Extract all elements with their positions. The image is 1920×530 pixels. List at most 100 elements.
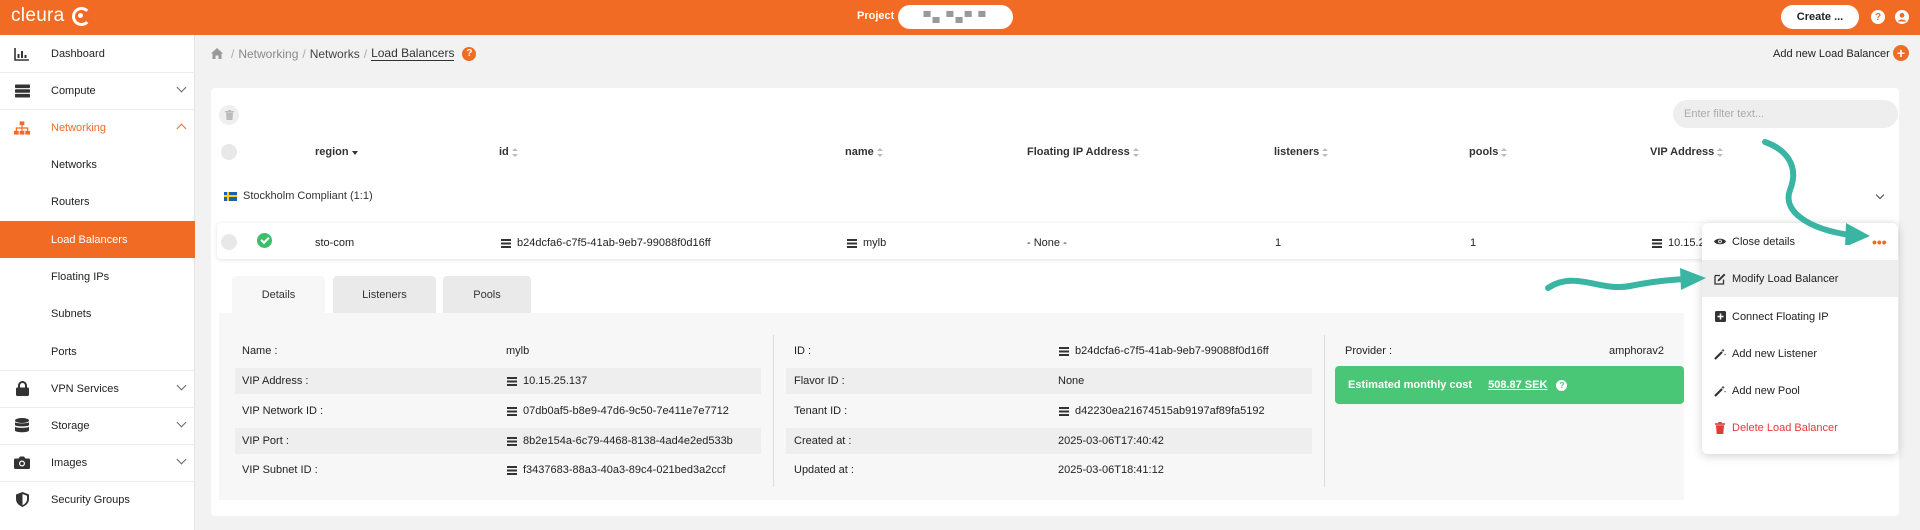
menu-item-label: Add new Pool xyxy=(1732,384,1800,397)
detail-value: 2025-03-06T18:41:12 xyxy=(1058,464,1164,476)
detail-value: 2025-03-06T17:40:42 xyxy=(1058,435,1164,447)
help-icon[interactable]: ? xyxy=(1556,379,1568,391)
brand-mark-icon xyxy=(71,6,91,26)
row-stripe xyxy=(786,428,1312,454)
cost-value[interactable]: 508.87 SEK xyxy=(1488,379,1547,391)
detail-value: d42230ea21674515ab9197af89fa5192 xyxy=(1059,405,1265,417)
detail-value: b24dcfa6-c7f5-41ab-9eb7-99088f0d16ff xyxy=(1059,345,1269,357)
estimated-cost-banner: Estimated monthly cost 508.87 SEK ? xyxy=(1335,366,1684,404)
detail-value-text: d42230ea21674515ab9197af89fa5192 xyxy=(1075,405,1265,417)
column-header-label: id xyxy=(499,146,509,158)
dashboard-icon xyxy=(14,46,30,62)
sidebar-item-storage[interactable]: Storage xyxy=(0,407,195,444)
breadcrumb-networking[interactable]: Networking xyxy=(238,47,298,61)
column-header-name[interactable]: name xyxy=(845,146,883,158)
sidebar-item-routers[interactable]: Routers xyxy=(0,183,195,220)
server-icon xyxy=(507,406,517,416)
sidebar-item-label: Ports xyxy=(51,345,77,358)
row-actions-menu: Close details Modify Load Balancer Conne… xyxy=(1702,223,1898,454)
menu-item-add-listener[interactable]: Add new Listener xyxy=(1702,335,1898,372)
sidebar-item-networking[interactable]: Networking xyxy=(0,109,195,146)
edit-icon xyxy=(1714,273,1726,285)
wand-icon xyxy=(1714,385,1726,397)
cell-id: b24dcfa6-c7f5-41ab-9eb7-99088f0d16ff xyxy=(501,237,711,249)
sidebar-item-subnets[interactable]: Subnets xyxy=(0,295,195,332)
column-header-id[interactable]: id xyxy=(499,146,518,158)
breadcrumb-separator: / xyxy=(302,46,306,61)
sidebar-item-compute[interactable]: Compute xyxy=(0,72,195,109)
breadcrumb-separator: / xyxy=(363,46,368,61)
server-icon xyxy=(507,436,517,446)
help-icon[interactable]: ? xyxy=(1871,10,1885,24)
region-group-header[interactable]: Stockholm Compliant (1:1) xyxy=(224,190,373,202)
menu-item-connect-floating-ip[interactable]: Connect Floating IP xyxy=(1702,298,1898,335)
column-divider xyxy=(1324,335,1325,487)
create-button[interactable]: Create ... xyxy=(1781,5,1859,29)
detail-label: Created at : xyxy=(794,435,852,447)
server-icon xyxy=(1059,406,1069,416)
bulk-delete-button[interactable] xyxy=(219,105,239,125)
detail-label: VIP Network ID : xyxy=(242,405,324,417)
column-header-floating-ip[interactable]: Floating IP Address xyxy=(1027,146,1139,158)
tab-pools[interactable]: Pools xyxy=(443,276,531,313)
add-load-balancer-link[interactable]: Add new Load Balancer xyxy=(1773,48,1890,60)
sidebar-item-vpn-services[interactable]: VPN Services xyxy=(0,370,195,407)
select-all-checkbox[interactable] xyxy=(221,144,237,160)
brand-logo[interactable]: cleura xyxy=(11,5,91,27)
sidebar-item-ports[interactable]: Ports xyxy=(0,333,195,370)
top-bar: cleura Project ▀▄ ▀▄▀ ▀ Create ... ? xyxy=(0,0,1920,35)
row-checkbox[interactable] xyxy=(221,234,237,250)
sidebar-item-dashboard[interactable]: Dashboard xyxy=(0,35,195,72)
column-header-vip-address[interactable]: VIP Address xyxy=(1650,146,1724,158)
tab-listeners[interactable]: Listeners xyxy=(333,276,436,313)
cell-listeners: 1 xyxy=(1275,237,1281,249)
project-selector[interactable]: ▀▄ ▀▄▀ ▀ xyxy=(898,5,1013,29)
sidebar-item-security-groups[interactable]: Security Groups xyxy=(0,481,195,518)
cell-text: b24dcfa6-c7f5-41ab-9eb7-99088f0d16ff xyxy=(517,237,711,249)
menu-item-add-pool[interactable]: Add new Pool xyxy=(1702,372,1898,409)
detail-value: 07db0af5-b8e9-47d6-9c50-7e411e7e7712 xyxy=(507,405,729,417)
column-header-label: name xyxy=(845,146,874,158)
filter-input[interactable] xyxy=(1673,100,1898,128)
detail-label: Updated at : xyxy=(794,464,854,476)
status-ok-icon xyxy=(257,233,272,248)
detail-label: ID : xyxy=(794,345,812,357)
user-icon[interactable] xyxy=(1895,10,1909,24)
column-header-pools[interactable]: pools xyxy=(1469,146,1508,158)
sidebar-item-floating-ips[interactable]: Floating IPs xyxy=(0,258,195,295)
detail-value: f3437683-88a3-40a3-89c4-021bed3a2ccf xyxy=(507,464,725,476)
add-circle-icon[interactable]: + xyxy=(1893,45,1909,61)
column-header-listeners[interactable]: listeners xyxy=(1274,146,1329,158)
sort-icon xyxy=(511,147,518,157)
sort-icon xyxy=(1501,147,1508,157)
cost-label: Estimated monthly cost xyxy=(1348,379,1473,391)
menu-item-close-details[interactable]: Close details xyxy=(1702,223,1898,260)
sidebar-item-load-balancers[interactable]: Load Balancers xyxy=(0,221,195,258)
cell-text: 10.15.2 xyxy=(1668,237,1705,249)
tab-details[interactable]: Details xyxy=(232,276,325,313)
breadcrumb: / Networking / Networks / Load Balancers… xyxy=(211,46,477,61)
menu-item-delete-load-balancer[interactable]: Delete Load Balancer xyxy=(1702,409,1898,446)
column-header-label: VIP Address xyxy=(1650,146,1715,158)
project-label: Project xyxy=(857,10,895,22)
detail-label: Provider : xyxy=(1345,345,1393,357)
chevron-down-icon xyxy=(176,380,187,391)
cell-name: mylb xyxy=(847,237,886,249)
column-header-label: listeners xyxy=(1274,146,1320,158)
home-icon[interactable] xyxy=(211,48,223,59)
more-actions-button[interactable]: ••• xyxy=(1872,234,1887,250)
menu-item-modify-load-balancer[interactable]: Modify Load Balancer xyxy=(1702,260,1898,297)
sidebar-item-label: Networks xyxy=(51,158,97,171)
trash-icon xyxy=(1714,421,1726,434)
server-icon xyxy=(14,83,30,99)
breadcrumb-networks[interactable]: Networks xyxy=(310,47,360,61)
help-icon[interactable]: ? xyxy=(462,46,477,61)
brand-name: cleura xyxy=(11,5,65,26)
detail-label: VIP Address : xyxy=(242,375,309,387)
sort-icon xyxy=(1717,147,1724,157)
sidebar-item-images[interactable]: Images xyxy=(0,444,195,481)
detail-label: VIP Port : xyxy=(242,435,289,447)
column-header-region[interactable]: region xyxy=(315,146,358,158)
sidebar-item-networks[interactable]: Networks xyxy=(0,146,195,183)
eye-icon xyxy=(1714,236,1726,248)
